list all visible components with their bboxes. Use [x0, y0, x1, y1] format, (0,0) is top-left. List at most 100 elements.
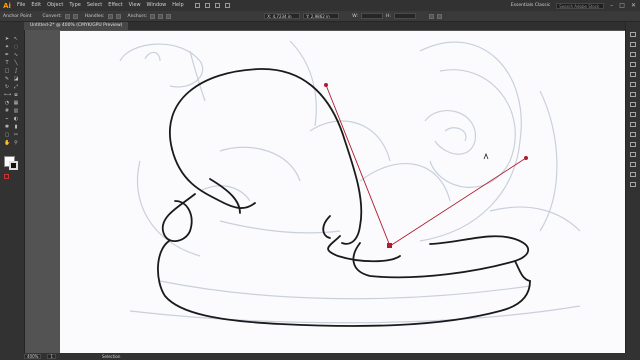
anchors-label: Anchors: — [127, 13, 148, 19]
menu-effect[interactable]: Effect — [105, 0, 125, 11]
eraser-tool-icon[interactable]: ◪ — [13, 76, 19, 82]
arrange-icon[interactable] — [204, 3, 210, 8]
h-field[interactable] — [393, 13, 416, 19]
artwork[interactable] — [60, 31, 626, 353]
control-tool-label: Anchor Point — [3, 13, 32, 19]
none-color-icon[interactable] — [4, 174, 9, 179]
blend-tool-icon[interactable]: ◐ — [13, 116, 19, 122]
handle-point — [324, 83, 328, 87]
ink-paths — [157, 68, 531, 327]
handles-label: Handles: — [84, 13, 105, 19]
x-field[interactable]: X: 4,7234 in — [264, 13, 301, 19]
artboard[interactable] — [60, 31, 626, 353]
menu-bar: Ai File Edit Object Type Select Effect V… — [0, 0, 640, 11]
menu-edit[interactable]: Edit — [28, 0, 44, 11]
zoom-tool-icon[interactable]: ⚲ — [13, 140, 19, 146]
convert-label: Convert: — [42, 13, 62, 19]
document-tab[interactable]: Untitled-2* @ 400% (CMYK/GPU Preview) — [24, 22, 129, 30]
appearance-panel-icon[interactable] — [630, 152, 636, 157]
remove-anchor-icon[interactable] — [150, 13, 156, 19]
symbols-panel-icon[interactable] — [630, 102, 636, 107]
color-guide-panel-icon[interactable] — [630, 72, 636, 77]
gpu-icon[interactable] — [214, 3, 220, 8]
shape-builder-tool-icon[interactable]: ◔ — [4, 100, 10, 106]
brush-icon[interactable] — [224, 3, 230, 8]
stock-search-input[interactable]: Search Adobe Stock — [556, 2, 605, 9]
free-transform-tool-icon[interactable]: ⧈ — [13, 92, 19, 98]
w-field[interactable] — [360, 13, 383, 19]
minimize-icon[interactable]: – — [610, 2, 613, 9]
workspace-switcher[interactable]: Essentials Classic — [511, 3, 551, 8]
artboard-tool-icon[interactable]: ▢ — [4, 132, 10, 138]
artboard-navigator[interactable]: 1 — [47, 354, 56, 359]
width-tool-icon[interactable]: ⟷ — [4, 92, 11, 98]
align-icon[interactable] — [436, 13, 442, 19]
cursor-icon — [483, 152, 489, 160]
layers-panel-icon[interactable] — [630, 42, 636, 47]
hand-tool-icon[interactable]: ✋ — [4, 140, 10, 146]
menu-type[interactable]: Type — [66, 0, 83, 11]
gradient-panel-icon[interactable] — [630, 132, 636, 137]
menu-help[interactable]: Help — [169, 0, 186, 11]
curvature-tool-icon[interactable]: ∿ — [13, 52, 19, 58]
show-handles-icon[interactable] — [107, 13, 113, 19]
pencil-tool-icon[interactable]: ✎ — [4, 76, 10, 82]
canvas[interactable] — [25, 30, 626, 353]
graph-tool-icon[interactable]: ▮ — [13, 124, 19, 130]
perspective-tool-icon[interactable]: ▦ — [13, 100, 19, 106]
align-panel-icon[interactable] — [630, 162, 636, 167]
transparency-panel-icon[interactable] — [630, 142, 636, 147]
slice-tool-icon[interactable]: ✂ — [13, 132, 19, 138]
direct-selection-tool-icon[interactable]: ↖ — [13, 36, 19, 42]
menu-view[interactable]: View — [126, 0, 144, 11]
libraries-panel-icon[interactable] — [630, 52, 636, 57]
menu-select[interactable]: Select — [84, 0, 105, 11]
stroke-panel-icon[interactable] — [630, 122, 636, 127]
pen-tool-icon[interactable]: ✒ — [4, 52, 10, 58]
eyedropper-tool-icon[interactable]: ⌁ — [4, 116, 10, 122]
handle-lines — [325, 84, 527, 247]
y-field[interactable]: Y: 2,9862 in — [303, 13, 340, 19]
zoom-field[interactable]: 400% — [24, 354, 42, 359]
rectangle-tool-icon[interactable]: □ — [4, 68, 10, 74]
current-tool-status[interactable]: Selection — [102, 354, 120, 359]
connect-anchor-icon[interactable] — [158, 13, 164, 19]
line-tool-icon[interactable]: ╲ — [13, 60, 19, 66]
hide-handles-icon[interactable] — [115, 13, 121, 19]
status-bar: 400% 1 Selection — [0, 353, 640, 360]
brushes-panel-icon[interactable] — [630, 92, 636, 97]
menu-window[interactable]: Window — [144, 0, 170, 11]
menu-object[interactable]: Object — [44, 0, 66, 11]
convert-corner-icon[interactable] — [64, 13, 70, 19]
transform-icon[interactable] — [428, 13, 434, 19]
w-label: W: — [352, 13, 358, 19]
lasso-tool-icon[interactable]: ◌ — [13, 44, 19, 50]
cut-path-icon[interactable] — [166, 13, 172, 19]
symbol-sprayer-tool-icon[interactable]: ✱ — [4, 124, 10, 130]
anchor-points — [324, 83, 528, 248]
tools-panel: ➤ ↖ ✦ ◌ ✒ ∿ T ╲ □ ∫ ✎ ◪ ↻ ⤢ ⟷ ⧈ ◔ ▦ # ▥ ⌁ ◐ ✱ ▮ ▢ ✂ ✋ ⚲ — [0, 22, 25, 353]
mesh-tool-icon[interactable]: # — [4, 108, 10, 114]
magic-wand-tool-icon[interactable]: ✦ — [4, 44, 10, 50]
rotate-tool-icon[interactable]: ↻ — [4, 84, 10, 90]
close-icon[interactable]: ✕ — [631, 2, 636, 9]
color-panel-icon[interactable] — [630, 62, 636, 67]
handle-point — [524, 156, 528, 160]
type-tool-icon[interactable]: T — [4, 60, 10, 66]
right-panel-dock — [625, 22, 640, 353]
transform-panel-icon[interactable] — [630, 182, 636, 187]
convert-smooth-icon[interactable] — [72, 13, 78, 19]
paintbrush-tool-icon[interactable]: ∫ — [13, 68, 19, 74]
bridge-icon[interactable] — [194, 3, 200, 8]
properties-panel-icon[interactable] — [630, 32, 636, 37]
stroke-swatch[interactable] — [9, 161, 18, 170]
menu-file[interactable]: File — [14, 0, 28, 11]
menu-right-group: Essentials Classic Search Adobe Stock – … — [511, 0, 636, 11]
pathfinder-panel-icon[interactable] — [630, 172, 636, 177]
scale-tool-icon[interactable]: ⤢ — [13, 84, 19, 90]
selection-tool-icon[interactable]: ➤ — [4, 36, 10, 42]
swatches-panel-icon[interactable] — [630, 82, 636, 87]
maximize-icon[interactable]: □ — [619, 2, 625, 9]
graphic-styles-panel-icon[interactable] — [630, 112, 636, 117]
gradient-tool-icon[interactable]: ▥ — [13, 108, 19, 114]
